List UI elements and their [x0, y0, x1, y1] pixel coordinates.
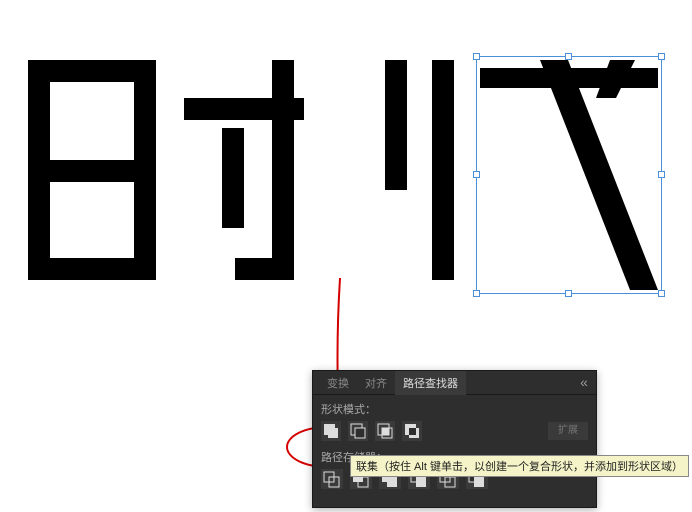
- panel-collapse-icon[interactable]: «: [578, 377, 590, 389]
- expand-button[interactable]: 扩展: [548, 422, 588, 440]
- glyph-stroke: [28, 160, 156, 182]
- selection-handle[interactable]: [473, 53, 480, 60]
- shape-mode-label: 形状模式：: [321, 401, 588, 417]
- exclude-button[interactable]: [402, 421, 422, 441]
- artboard[interactable]: 变换 对齐 路径查找器 « 形状模式： 扩展: [0, 0, 692, 512]
- selection-handle[interactable]: [565, 290, 572, 297]
- tooltip: 联集（按住 Alt 键单击，以创建一个复合形状，并添加到形状区域）: [350, 455, 689, 477]
- selection-handle[interactable]: [658, 171, 665, 178]
- unite-button[interactable]: [321, 421, 341, 441]
- selection-handle[interactable]: [565, 53, 572, 60]
- divide-button[interactable]: [321, 469, 343, 489]
- glyph-stroke: [432, 60, 454, 280]
- glyph-stroke: [28, 258, 156, 280]
- tab-align[interactable]: 对齐: [357, 371, 395, 395]
- panel-header: 变换 对齐 路径查找器 «: [313, 371, 596, 395]
- glyph-stroke-diagonal: [480, 60, 658, 290]
- selection-handle[interactable]: [658, 53, 665, 60]
- tab-transform[interactable]: 变换: [319, 371, 357, 395]
- shape-mode-row: 扩展: [321, 421, 588, 441]
- panel-body: 形状模式： 扩展 路径存储器：: [313, 395, 596, 507]
- glyph-stroke: [222, 128, 244, 228]
- pathfinder-panel[interactable]: 变换 对齐 路径查找器 « 形状模式： 扩展: [312, 370, 597, 508]
- selection-handle[interactable]: [473, 171, 480, 178]
- selection-handle[interactable]: [658, 290, 665, 297]
- glyph-stroke: [385, 60, 407, 190]
- glyph-stroke: [272, 60, 294, 280]
- tab-pathfinder[interactable]: 路径查找器: [395, 371, 466, 395]
- minus-front-button[interactable]: [348, 421, 368, 441]
- selection-handle[interactable]: [473, 290, 480, 297]
- glyph-stroke: [235, 258, 294, 280]
- intersect-button[interactable]: [375, 421, 395, 441]
